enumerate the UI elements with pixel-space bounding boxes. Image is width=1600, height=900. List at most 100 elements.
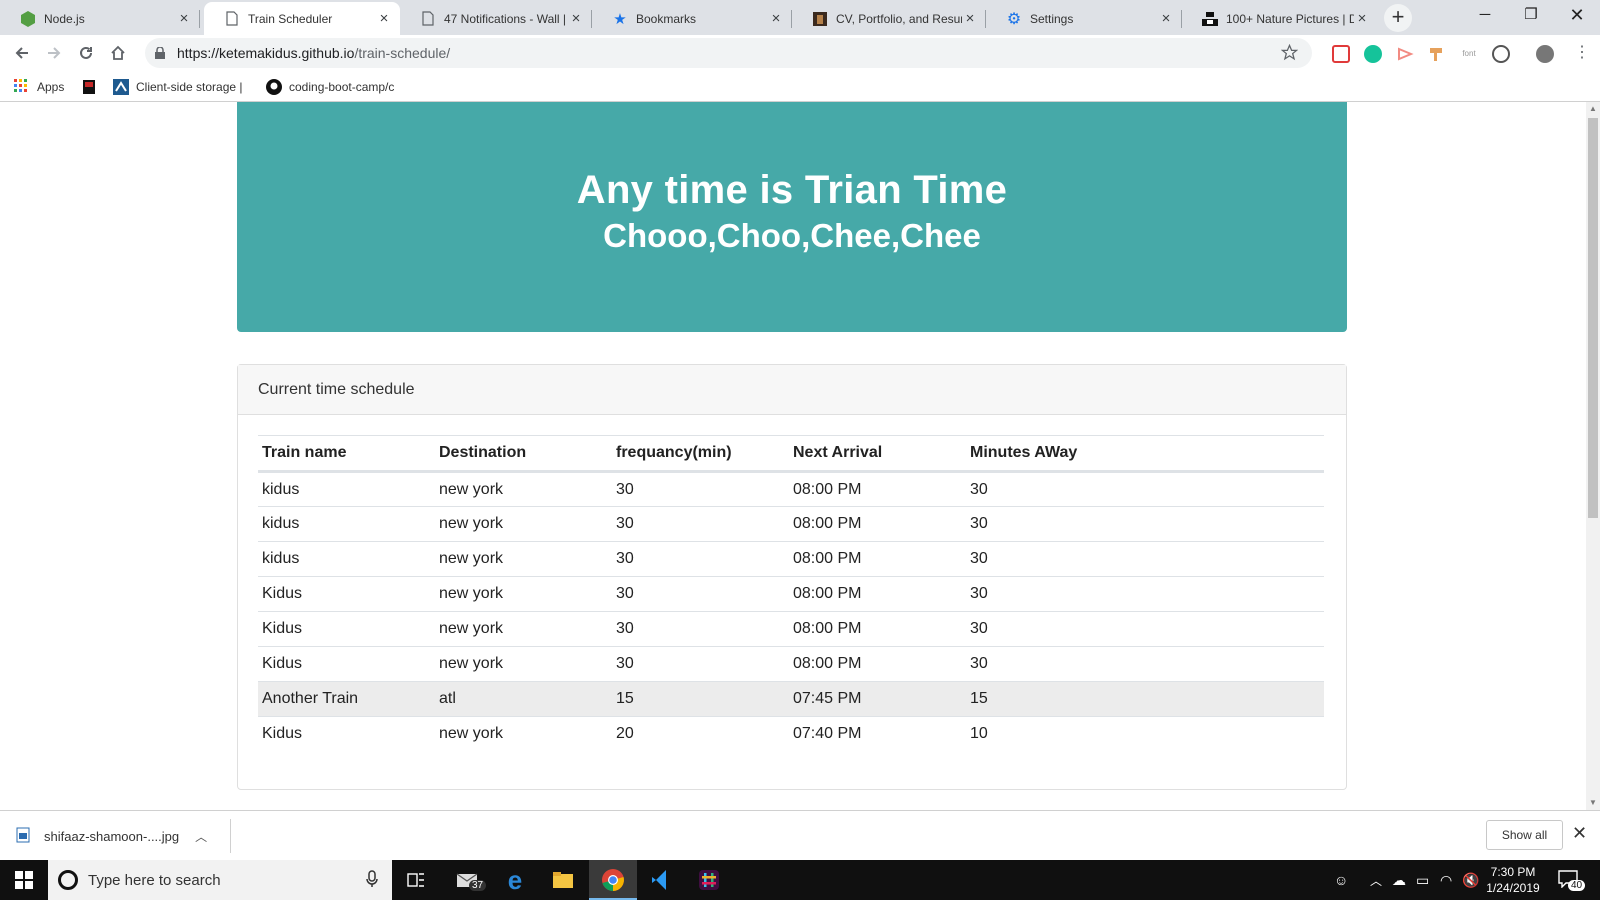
wifi-icon[interactable]: ◠ [1440, 872, 1452, 889]
cell-next-arrival: 08:00 PM [789, 471, 966, 507]
divider [230, 819, 231, 853]
mdn-icon [113, 79, 129, 95]
profile-avatar[interactable] [1536, 45, 1554, 63]
cell-frequency: 30 [612, 576, 789, 612]
forward-arrow-icon [48, 47, 61, 59]
whatfont-extension-icon[interactable]: font [1460, 45, 1478, 63]
bookmark-apps[interactable]: Apps [14, 78, 64, 96]
show-hidden-icons-chevron-icon[interactable]: ︿ [1370, 872, 1382, 889]
folder-icon [553, 872, 573, 888]
taskbar-vscode-app[interactable] [637, 860, 685, 900]
cortana-circle-icon [58, 870, 78, 890]
taskbar-search-box[interactable]: Type here to search [48, 860, 392, 900]
jumbotron: Any time is Trian Time Chooo,Choo,Chee,C… [237, 102, 1347, 332]
scroll-down-arrow-icon[interactable]: ▼ [1586, 796, 1600, 810]
tab-title: 100+ Nature Pictures | D [1226, 11, 1354, 26]
close-icon[interactable]: × [176, 10, 192, 27]
scrollbar-thumb[interactable] [1588, 118, 1598, 518]
windows-start-button[interactable] [0, 860, 48, 900]
cell-train-name: Kidus [258, 646, 435, 682]
dropper-extension-icon[interactable] [1428, 45, 1446, 63]
back-button[interactable] [8, 39, 36, 67]
unsplash-icon [1202, 11, 1218, 27]
table-row: Kidus new york 30 08:00 PM 30 [258, 576, 1324, 612]
reload-button[interactable] [72, 39, 100, 67]
grammarly-extension-icon[interactable] [1364, 45, 1382, 63]
tab-settings[interactable]: ⚙ Settings × [986, 2, 1182, 35]
microphone-icon[interactable] [366, 870, 378, 892]
taskbar-slack-app[interactable] [685, 860, 733, 900]
chevron-up-icon[interactable]: ︿ [195, 828, 207, 845]
close-icon[interactable]: × [1354, 10, 1370, 27]
cell-minutes-away: 30 [966, 471, 1324, 507]
new-tab-button[interactable]: + [1384, 4, 1412, 32]
people-icon[interactable]: ☺ [1334, 872, 1348, 888]
column-header-train-name: Train name [258, 435, 435, 473]
tab-title: CV, Portfolio, and Resum [836, 11, 962, 26]
close-icon[interactable]: × [568, 10, 584, 27]
browser-toolbar: https://ketemakidus.github.io/train-sche… [0, 35, 1600, 72]
cell-minutes-away: 15 [966, 681, 1324, 717]
column-header-frequency: frequancy(min) [612, 435, 789, 473]
window-close-button[interactable]: ✕ [1554, 0, 1600, 32]
schedule-card: Current time schedule Train name Destina… [237, 364, 1347, 790]
page-viewport: Any time is Trian Time Chooo,Choo,Chee,C… [0, 102, 1586, 810]
cell-train-name: Kidus [262, 725, 303, 743]
home-button[interactable] [104, 39, 132, 67]
taskbar-edge-app[interactable]: e [491, 860, 539, 900]
close-icon[interactable]: ✕ [1572, 823, 1587, 844]
volume-muted-icon[interactable]: 🔇 [1462, 872, 1479, 889]
schedule-table: Train name Destination frequancy(min) Ne… [258, 435, 1324, 752]
task-view-icon [407, 873, 424, 887]
taskbar-file-explorer-app[interactable] [539, 860, 587, 900]
battery-icon[interactable]: ▭ [1416, 872, 1429, 889]
taskbar-chrome-app[interactable] [589, 860, 637, 900]
task-view-button[interactable] [392, 860, 440, 900]
minimize-button[interactable]: ─ [1462, 0, 1508, 32]
scroll-up-arrow-icon[interactable]: ▲ [1586, 102, 1600, 116]
tab-nodejs[interactable]: Node.js × [0, 2, 200, 35]
pocket-extension-icon[interactable] [1332, 45, 1350, 63]
table-row: Another Train atl 15 07:45 PM 15 [258, 681, 1324, 717]
vertical-scrollbar[interactable]: ▲ ▼ [1586, 102, 1600, 810]
table-row: kidus new york 30 08:00 PM 30 [258, 506, 1324, 542]
system-clock[interactable]: 7:30 PM 1/24/2019 [1478, 864, 1548, 896]
tab-train-scheduler[interactable]: Train Scheduler × [204, 2, 400, 35]
tab-notifications[interactable]: 47 Notifications - Wall | E × [400, 2, 592, 35]
restore-button[interactable]: ❐ [1508, 0, 1554, 32]
tab-cv-portfolio[interactable]: CV, Portfolio, and Resum × [792, 2, 986, 35]
close-icon[interactable]: × [962, 10, 978, 27]
close-icon[interactable]: × [1158, 10, 1174, 27]
cv-icon [812, 11, 828, 27]
cell-frequency: 30 [612, 471, 789, 507]
cell-frequency: 30 [612, 646, 789, 682]
bookmark-client-side-storage[interactable]: Client-side storage | [113, 78, 243, 96]
bookmark-label: coding-boot-camp/c [289, 80, 395, 94]
bookmark-coding-boot-camp[interactable]: coding-boot-camp/c [266, 78, 394, 96]
action-center-button[interactable]: 40 [1556, 866, 1586, 894]
antivirus-tray-icon[interactable]: ☁ [1392, 872, 1406, 889]
windows-logo-icon [15, 871, 33, 889]
address-bar[interactable]: https://ketemakidus.github.io/train-sche… [145, 38, 1312, 68]
taskbar-mail-app[interactable]: 37 [443, 860, 491, 900]
cell-next-arrival: 07:45 PM [789, 681, 966, 717]
forward-button[interactable] [40, 39, 68, 67]
devtools-extension-icon[interactable] [1492, 45, 1510, 63]
lock-icon [153, 47, 167, 59]
screencast-extension-icon[interactable] [1396, 45, 1414, 63]
show-all-button[interactable]: Show all [1486, 820, 1563, 850]
bookmark-book[interactable] [82, 78, 105, 96]
url-path: /train-schedule/ [354, 45, 451, 61]
close-icon[interactable]: × [376, 10, 392, 27]
tab-nature-pictures[interactable]: 100+ Nature Pictures | D × [1182, 2, 1378, 35]
download-shelf: shifaaz-shamoon-....jpg ︿ Show all ✕ [0, 810, 1600, 860]
slack-icon [699, 870, 719, 890]
tab-bookmarks[interactable]: ★ Bookmarks × [592, 2, 792, 35]
menu-kebab-icon[interactable]: ⋮ [1574, 45, 1590, 63]
table-row: kidus new york 30 08:00 PM 30 [258, 471, 1324, 507]
close-icon[interactable]: × [768, 10, 784, 27]
bookmark-star-icon[interactable] [1280, 43, 1299, 66]
table-row: Kidus new york 20 07:40 PM 10 [258, 717, 1324, 752]
table-header-row: Train name Destination frequancy(min) Ne… [258, 435, 1324, 473]
download-item[interactable]: shifaaz-shamoon-....jpg ︿ [16, 824, 207, 848]
